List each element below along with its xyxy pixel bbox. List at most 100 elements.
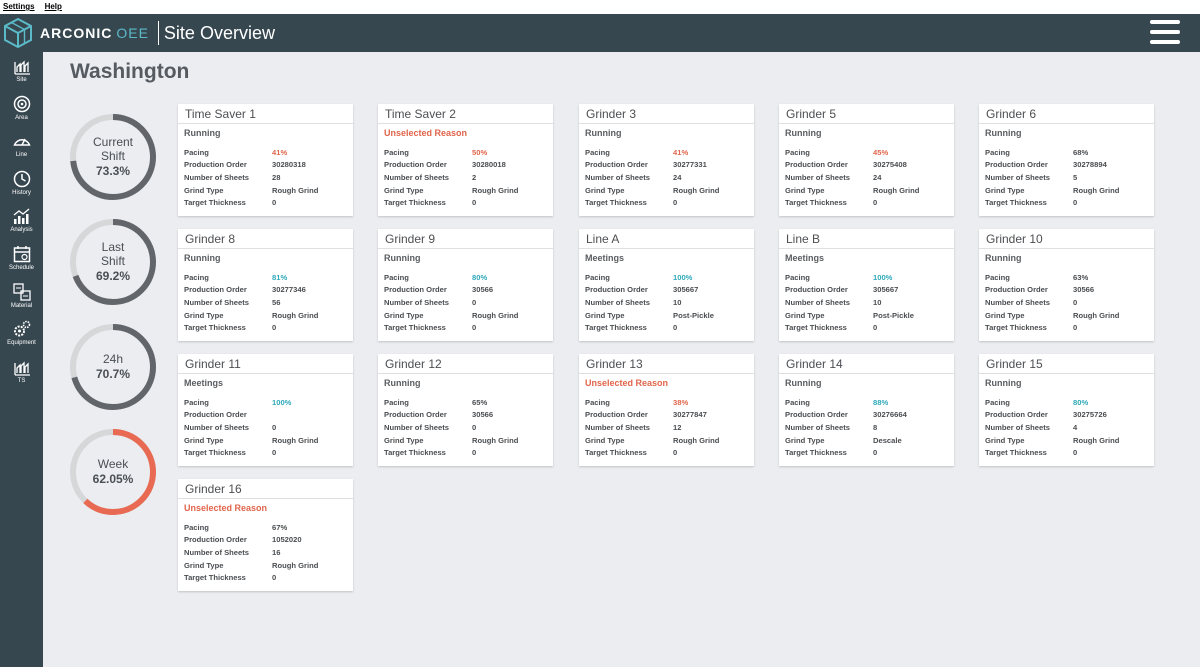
sidebar-item-analysis[interactable]: Analysis: [0, 202, 43, 240]
machine-card[interactable]: Line A Meetings Pacing 100% Production Order…: [579, 229, 754, 341]
field-row: Pacing 41%: [585, 146, 719, 159]
field-row: Number of Sheets 16: [184, 546, 318, 559]
field-value-grind-type: Rough Grind: [1073, 435, 1120, 445]
field-row: Target Thickness 0: [585, 321, 714, 334]
machine-details: Pacing 80% Production Order 30566 Number of …: [384, 271, 518, 334]
machine-status: Running: [184, 253, 221, 263]
machine-name: Grinder 12: [378, 354, 553, 374]
field-row: Target Thickness 0: [785, 446, 907, 459]
field-label: Target Thickness: [985, 448, 1047, 458]
field-value-grind-type: Rough Grind: [1073, 185, 1120, 195]
machine-card[interactable]: Grinder 3 Running Pacing 41% Production Orde…: [579, 104, 754, 216]
machine-card[interactable]: Grinder 11 Meetings Pacing 100% Production O…: [178, 354, 353, 466]
sidebar-item-label: Area: [15, 114, 28, 121]
field-value-number-of-sheets: 4: [1073, 422, 1078, 432]
machine-status: Meetings: [785, 253, 825, 263]
field-row: Production Order: [184, 409, 318, 422]
ring-label-2: Shift: [100, 254, 125, 268]
field-row: Target Thickness 0: [184, 196, 318, 209]
history-icon: [13, 170, 30, 188]
sidebar-item-history[interactable]: History: [0, 165, 43, 203]
machine-name: Grinder 13: [579, 354, 754, 374]
machine-card[interactable]: Time Saver 1 Running Pacing 41% Production O…: [178, 104, 353, 216]
machine-card[interactable]: Grinder 14 Running Pacing 88% Production Ord…: [779, 354, 954, 466]
field-label: Target Thickness: [184, 198, 246, 208]
sidebar-item-schedule[interactable]: Schedule: [0, 240, 43, 278]
field-row: Pacing 50%: [384, 146, 518, 159]
field-label: Grind Type: [384, 435, 424, 445]
field-row: Number of Sheets 24: [585, 171, 719, 184]
machine-card[interactable]: Grinder 6 Running Pacing 68% Production Orde…: [979, 104, 1154, 216]
field-value-number-of-sheets: 24: [673, 172, 682, 182]
machine-status: Running: [585, 128, 622, 138]
sidebar-item-material[interactable]: Material: [0, 278, 43, 316]
field-row: Pacing 41%: [184, 146, 318, 159]
sidebar-item-equipment[interactable]: Equipment: [0, 315, 43, 353]
field-value-number-of-sheets: 56: [272, 297, 281, 307]
field-value-grind-type: Rough Grind: [673, 185, 720, 195]
machine-details: Pacing 88% Production Order 30276664 Number …: [785, 396, 907, 459]
field-row: Number of Sheets 10: [785, 296, 914, 309]
field-row: Grind Type Rough Grind: [184, 184, 318, 197]
equipment-icon: [13, 320, 30, 337]
machine-card[interactable]: Time Saver 2 Unselected Reason Pacing 50% Pr…: [378, 104, 553, 216]
field-label: Number of Sheets: [184, 172, 249, 182]
machine-card[interactable]: Grinder 8 Running Pacing 81% Production Orde…: [178, 229, 353, 341]
menu-help[interactable]: Help: [45, 0, 62, 14]
field-row: Production Order 30280318: [184, 159, 318, 172]
machine-details: Pacing 100% Production Order 305667 Number o…: [585, 271, 714, 334]
field-value-pacing: 81%: [272, 272, 288, 282]
material-icon: [12, 282, 31, 301]
field-label: Production Order: [985, 285, 1048, 295]
field-value-target-thickness: 0: [673, 323, 678, 333]
machine-card[interactable]: Grinder 13 Unselected Reason Pacing 38% Prod…: [579, 354, 754, 466]
ring-text: Current Shift 73.3%: [68, 112, 158, 202]
field-label: Grind Type: [985, 310, 1025, 320]
field-row: Target Thickness 0: [985, 196, 1119, 209]
field-value-production-order: 30566: [472, 285, 494, 295]
field-value-target-thickness: 0: [472, 323, 477, 333]
field-label: Target Thickness: [585, 198, 647, 208]
machine-card[interactable]: Grinder 15 Running Pacing 80% Production Ord…: [979, 354, 1154, 466]
sidebar-item-ts[interactable]: TS: [0, 353, 43, 391]
field-row: Pacing 68%: [985, 146, 1119, 159]
field-label: Grind Type: [985, 435, 1025, 445]
sidebar-item-line[interactable]: Line: [0, 127, 43, 165]
machine-name: Grinder 10: [979, 229, 1154, 249]
sidebar-item-site[interactable]: Site: [0, 52, 43, 90]
field-row: Pacing 100%: [585, 271, 714, 284]
ring-label-2: Shift: [100, 149, 125, 163]
machine-details: Pacing 80% Production Order 30275726 Number …: [985, 396, 1119, 459]
field-row: Production Order 30566: [384, 409, 518, 422]
sidebar-item-area[interactable]: Area: [0, 90, 43, 128]
field-label: Target Thickness: [384, 198, 446, 208]
machine-card[interactable]: Grinder 9 Running Pacing 80% Production Orde…: [378, 229, 553, 341]
field-label: Number of Sheets: [785, 297, 850, 307]
machine-status: Unselected Reason: [585, 378, 669, 388]
machine-card[interactable]: Line B Meetings Pacing 100% Production Order…: [779, 229, 954, 341]
field-row: Number of Sheets 8: [785, 421, 907, 434]
field-row: Target Thickness 0: [184, 446, 318, 459]
hamburger-menu-icon[interactable]: [1150, 20, 1180, 44]
ring-text: Last Shift 69.2%: [68, 217, 158, 307]
field-value-grind-type: Rough Grind: [272, 310, 319, 320]
sidebar-item-label: TS: [17, 377, 26, 384]
field-label: Production Order: [985, 410, 1048, 420]
field-value-target-thickness: 0: [272, 323, 277, 333]
machine-card[interactable]: Grinder 5 Running Pacing 45% Production Orde…: [779, 104, 954, 216]
machine-card[interactable]: Grinder 16 Unselected Reason Pacing 67% Prod…: [178, 479, 353, 591]
summary-ring: Week 62.05%: [68, 427, 158, 517]
menu-settings[interactable]: Settings: [3, 0, 35, 14]
field-row: Grind Type Rough Grind: [184, 559, 318, 572]
machine-card[interactable]: Grinder 12 Running Pacing 65% Production Ord…: [378, 354, 553, 466]
field-row: Number of Sheets 24: [785, 171, 919, 184]
field-label: Grind Type: [585, 435, 625, 445]
field-row: Pacing 45%: [785, 146, 919, 159]
machine-card[interactable]: Grinder 10 Running Pacing 63% Production Ord…: [979, 229, 1154, 341]
machine-name: Line B: [779, 229, 954, 249]
field-label: Pacing: [184, 522, 209, 532]
field-value-production-order: [272, 409, 318, 422]
sidebar-item-label: Equipment: [7, 340, 36, 347]
field-label: Number of Sheets: [184, 547, 249, 557]
field-label: Number of Sheets: [785, 422, 850, 432]
